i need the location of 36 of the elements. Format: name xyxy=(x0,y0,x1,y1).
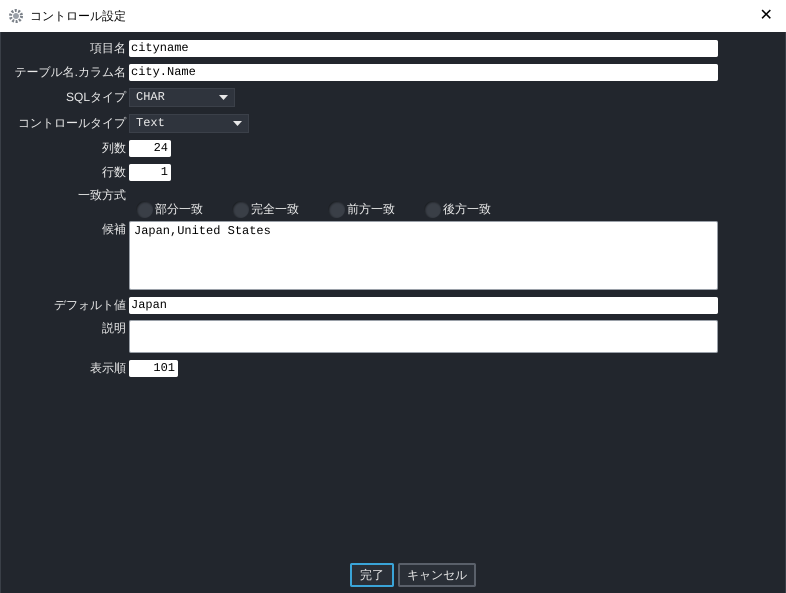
number-field[interactable]: 101 xyxy=(129,360,178,376)
field-label: SQLタイプ xyxy=(66,89,126,105)
radio-option[interactable]: 前方一致 xyxy=(328,200,424,218)
field-label: テーブル名.カラム名 xyxy=(14,64,126,80)
dialog-button[interactable]: 完了 xyxy=(350,563,394,587)
text-field[interactable]: city.Name xyxy=(129,64,718,80)
radio-button[interactable] xyxy=(328,200,345,218)
number-field[interactable]: 1 xyxy=(129,164,171,180)
gear-icon xyxy=(8,8,24,24)
text-area[interactable]: Japan,United States xyxy=(129,221,718,290)
radio-option[interactable]: 部分一致 xyxy=(136,200,232,218)
caret-icon xyxy=(219,94,228,100)
field-label: 説明 xyxy=(102,320,126,336)
radio-button[interactable] xyxy=(136,200,153,218)
field-label: デフォルト値 xyxy=(54,297,126,313)
field-label: 行数 xyxy=(102,164,126,180)
text-field[interactable]: Japan xyxy=(129,296,718,314)
field-label: 表示順 xyxy=(90,360,126,376)
dropdown[interactable]: CHAR xyxy=(129,88,235,106)
number-field[interactable]: 24 xyxy=(129,140,171,156)
dropdown[interactable]: Text xyxy=(129,114,249,132)
radio-button[interactable] xyxy=(232,200,249,218)
caret-icon xyxy=(233,120,242,126)
field-label: 項目名 xyxy=(90,40,126,56)
close-button[interactable]: ✕ xyxy=(754,4,778,28)
window-title: コントロール設定 xyxy=(30,8,126,25)
field-label: 列数 xyxy=(102,140,126,156)
radio-button[interactable] xyxy=(424,200,441,218)
radio-option[interactable]: 後方一致 xyxy=(424,200,520,218)
text-field[interactable]: cityname xyxy=(129,40,718,56)
field-label: コントロールタイプ xyxy=(18,115,126,131)
dialog-button[interactable]: キャンセル xyxy=(398,563,476,587)
field-label: 候補 xyxy=(102,221,126,237)
text-area[interactable] xyxy=(129,320,718,353)
radio-option[interactable]: 完全一致 xyxy=(232,200,328,218)
field-label: 一致方式 xyxy=(78,187,126,203)
